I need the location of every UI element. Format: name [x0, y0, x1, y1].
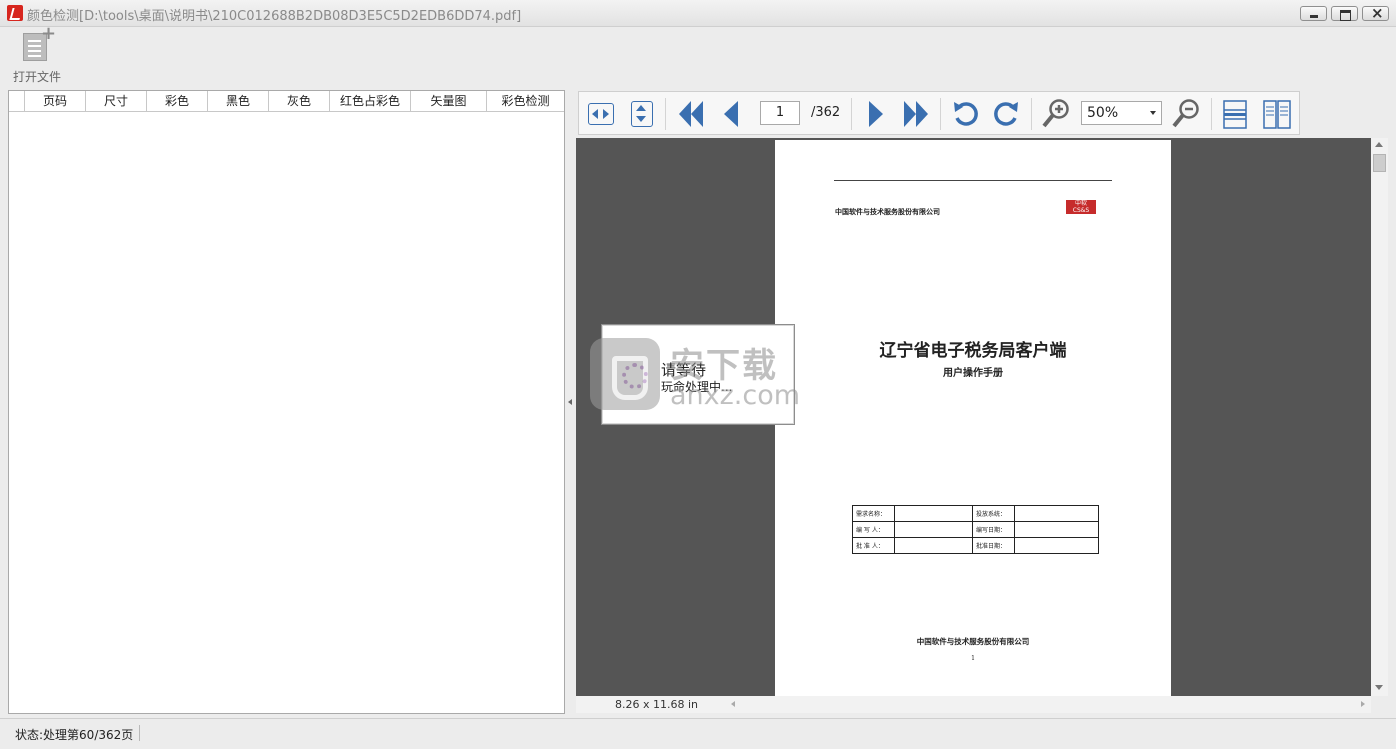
add-document-icon	[23, 23, 56, 61]
zoom-out-icon	[1172, 99, 1199, 128]
page-title: 辽宁省电子税务局客户端	[879, 341, 1067, 361]
wait-dialog: 请等待 玩命处理中...	[601, 324, 795, 425]
page-subtitle: 用户操作手册	[943, 368, 1003, 379]
first-page-button[interactable]	[678, 98, 704, 130]
scroll-left-icon[interactable]	[731, 701, 735, 707]
info-cell	[894, 537, 973, 554]
single-page-icon	[1223, 100, 1247, 129]
minimize-button[interactable]	[1300, 6, 1327, 21]
total-pages-label: /362	[811, 105, 841, 120]
two-page-icon	[1263, 100, 1291, 129]
column-header-red-ratio[interactable]: 红色占彩色	[330, 91, 411, 111]
company-logo: 中软 CS&S	[1066, 200, 1096, 214]
info-cell	[1014, 505, 1099, 522]
info-cell	[1014, 521, 1099, 538]
info-cell	[894, 521, 973, 538]
scroll-thumb[interactable]	[1373, 154, 1386, 172]
status-text: 状态:处理第60/362页	[15, 728, 134, 742]
page-company-footer: 中国软件与技术服务股份有限公司	[916, 637, 1030, 646]
next-page-icon	[869, 101, 883, 127]
wait-title: 请等待	[661, 361, 707, 379]
info-cell: 编 写 人：	[852, 521, 895, 538]
page-number-input[interactable]: 1	[760, 101, 800, 125]
panel-collapse-handle[interactable]	[566, 396, 574, 408]
next-page-button[interactable]	[867, 98, 885, 130]
status-divider	[139, 725, 140, 741]
window-title: 颜色检测[D:\tools\桌面\说明书\210C012688B2DB08D3E…	[27, 9, 522, 24]
info-cell: 需求名称：	[852, 505, 895, 522]
rotate-left-icon	[954, 102, 978, 126]
zoom-in-icon	[1042, 99, 1069, 128]
column-header-color-check[interactable]: 彩色检测	[487, 91, 564, 111]
viewer-toolbar: 1 /362 50%	[578, 91, 1300, 135]
pdf-app-icon	[7, 5, 23, 21]
maximize-button[interactable]	[1331, 6, 1358, 21]
open-file-button[interactable]: 打开文件	[8, 23, 68, 86]
info-cell: 编写日期：	[972, 521, 1015, 538]
rotate-left-button[interactable]	[951, 98, 979, 130]
page-company-header: 中国软件与技术服务股份有限公司	[835, 207, 940, 216]
column-header-color[interactable]: 彩色	[147, 91, 208, 111]
pdf-page: 中国软件与技术服务股份有限公司 中软 CS&S 辽宁省电子税务局客户端 用户操作…	[775, 140, 1171, 696]
page-number: 1	[971, 655, 975, 662]
fit-height-button[interactable]	[631, 101, 653, 127]
column-header-gray[interactable]: 灰色	[269, 91, 330, 111]
status-bar: 状态:处理第60/362页	[0, 718, 1396, 749]
wait-message: 玩命处理中...	[661, 380, 733, 394]
document-info-table: 需求名称： 投放系统： 编 写 人： 编写日期： 批 准 人： 批准日期：	[852, 505, 1099, 554]
rotate-right-button[interactable]	[993, 98, 1021, 130]
last-page-icon	[904, 101, 928, 127]
title-bar: 颜色检测[D:\tools\桌面\说明书\210C012688B2DB08D3E…	[0, 0, 1396, 27]
fit-width-button[interactable]	[588, 103, 614, 125]
open-file-label: 打开文件	[13, 70, 62, 84]
scroll-down-icon[interactable]	[1375, 685, 1383, 690]
column-header-black[interactable]: 黑色	[208, 91, 269, 111]
column-header-vector[interactable]: 矢量图	[411, 91, 487, 111]
column-header-page[interactable]: 页码	[25, 91, 86, 111]
info-cell	[1014, 537, 1099, 554]
zoom-out-button[interactable]	[1171, 98, 1201, 130]
info-cell: 批准日期：	[972, 537, 1015, 554]
previous-page-button[interactable]	[722, 98, 740, 130]
last-page-button[interactable]	[903, 98, 929, 130]
page-size-label: 8.26 x 11.68 in	[615, 698, 699, 711]
column-header-size[interactable]: 尺寸	[86, 91, 147, 111]
scroll-right-icon[interactable]	[1361, 701, 1365, 707]
scroll-up-icon[interactable]	[1375, 142, 1383, 147]
rotate-right-icon	[994, 102, 1018, 126]
header-rule	[834, 180, 1112, 181]
zoom-in-button[interactable]	[1041, 98, 1071, 130]
first-page-icon	[679, 101, 703, 127]
results-table[interactable]: 页码 尺寸 彩色 黑色 灰色 红色占彩色 矢量图 彩色检测	[8, 90, 565, 714]
loading-spinner-icon	[622, 363, 648, 389]
two-page-view-button[interactable]	[1263, 98, 1291, 130]
column-header-indicator[interactable]	[9, 91, 25, 111]
zoom-select[interactable]: 50%	[1081, 101, 1162, 125]
single-page-view-button[interactable]	[1223, 98, 1247, 130]
horizontal-scrollbar[interactable]: 8.26 x 11.68 in	[576, 696, 1371, 713]
info-cell	[894, 505, 973, 522]
info-cell: 投放系统：	[972, 505, 1015, 522]
vertical-scrollbar[interactable]	[1371, 138, 1388, 696]
table-header: 页码 尺寸 彩色 黑色 灰色 红色占彩色 矢量图 彩色检测	[9, 91, 564, 112]
close-button[interactable]	[1362, 4, 1389, 22]
info-cell: 批 准 人：	[852, 537, 895, 554]
previous-page-icon	[724, 101, 738, 127]
